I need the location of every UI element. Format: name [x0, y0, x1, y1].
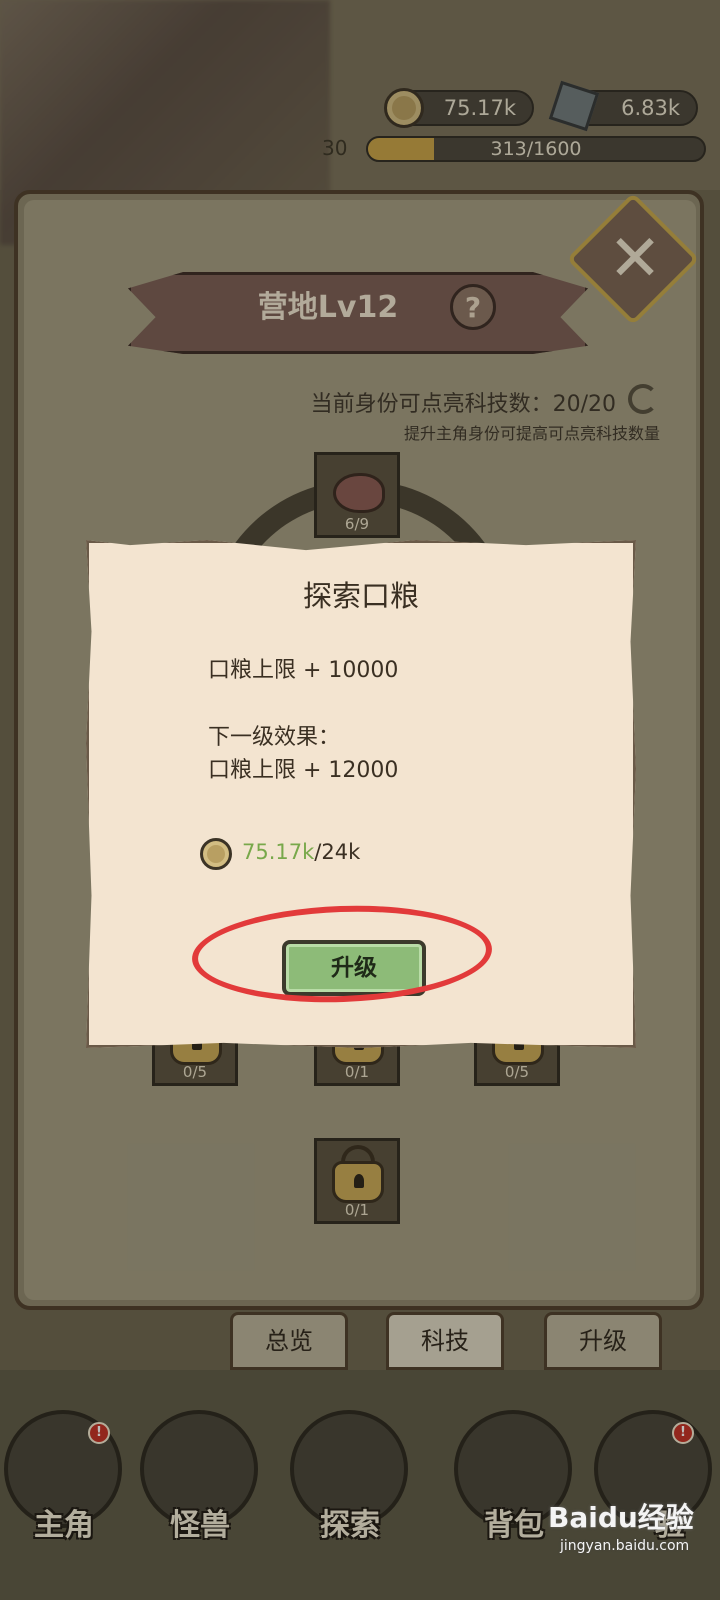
upgrade-cost: 75.17k/24k: [242, 840, 360, 864]
cost-owned: 75.17k: [242, 840, 315, 864]
current-effect: 口粮上限 + 10000: [208, 658, 399, 683]
watermark-logo: Baidu经验: [548, 1501, 694, 1534]
next-level-label: 下一级效果：: [208, 725, 341, 750]
dialog-title: 探索口粮: [302, 579, 419, 613]
next-effect: 口粮上限 + 12000: [208, 758, 399, 783]
coin-icon: [200, 838, 232, 870]
watermark-url: jingyan.baidu.com: [560, 1538, 690, 1554]
cost-required: /24k: [314, 840, 361, 864]
